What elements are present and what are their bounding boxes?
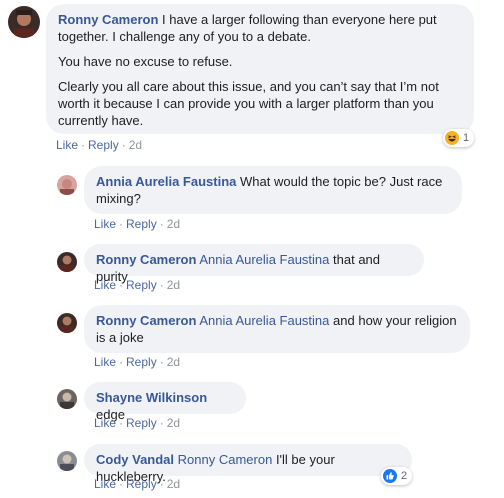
comment-bubble: Cody Vandal Ronny Cameron I'll be your h… (84, 444, 412, 484)
like-link[interactable]: Like (94, 477, 116, 491)
separator: · (119, 355, 124, 369)
avatar[interactable] (57, 175, 77, 195)
reply-link[interactable]: Reply (126, 416, 157, 430)
reaction-count[interactable]: 1 (443, 129, 475, 147)
reply-link[interactable]: Reply (88, 138, 119, 152)
separator: · (159, 278, 164, 292)
comment-author[interactable]: Annia Aurelia Faustina (96, 174, 236, 189)
comment-actions: Like · Reply · 2d (94, 416, 180, 430)
avatar[interactable] (8, 6, 40, 38)
comment-author[interactable]: Ronny Cameron (96, 313, 196, 328)
separator: · (159, 217, 164, 231)
timestamp[interactable]: 2d (167, 355, 180, 369)
separator: · (159, 355, 164, 369)
comment-paragraph: You have no excuse to refuse. (58, 54, 233, 69)
comment-author[interactable]: Ronny Cameron (96, 252, 196, 267)
comment-bubble: Ronny Cameron I have a larger following … (46, 4, 474, 134)
mention-link[interactable]: Annia Aurelia Faustina (199, 252, 329, 267)
comment-bubble: Ronny Cameron Annia Aurelia Faustina tha… (84, 244, 424, 284)
like-link[interactable]: Like (56, 138, 78, 152)
reaction-number: 2 (401, 470, 408, 482)
comment-actions: Like · Reply · 2d (94, 278, 180, 292)
comment-paragraph: Ronny Cameron I have a larger following … (58, 11, 462, 45)
comment-actions: Like · Reply · 2d (94, 355, 180, 369)
timestamp[interactable]: 2d (167, 477, 180, 491)
reply-link[interactable]: Reply (126, 355, 157, 369)
timestamp[interactable]: 2d (129, 138, 142, 152)
reaction-number: 1 (463, 132, 470, 144)
like-link[interactable]: Like (94, 278, 116, 292)
mention-link[interactable]: Annia Aurelia Faustina (199, 313, 329, 328)
comment-bubble: Annia Aurelia Faustina What would the to… (84, 166, 462, 214)
reaction-count[interactable]: 2 (381, 467, 413, 485)
comment-actions: Like · Reply · 2d (94, 217, 180, 231)
reply-link[interactable]: Reply (126, 217, 157, 231)
separator: · (119, 416, 124, 430)
reply-link[interactable]: Reply (126, 477, 157, 491)
separator: · (119, 477, 124, 491)
avatar[interactable] (57, 313, 77, 333)
like-link[interactable]: Like (94, 355, 116, 369)
comment-author[interactable]: Shayne Wilkinson (96, 390, 207, 405)
avatar[interactable] (57, 389, 77, 409)
mention-link[interactable]: Ronny Cameron (178, 452, 273, 467)
like-link[interactable]: Like (94, 416, 116, 430)
separator: · (121, 138, 126, 152)
comment-paragraph: Clearly you all care about this issue, a… (58, 79, 439, 128)
comment-bubble: Shayne Wilkinson edge (84, 382, 246, 422)
timestamp[interactable]: 2d (167, 416, 180, 430)
avatar[interactable] (57, 451, 77, 471)
separator: · (119, 278, 124, 292)
timestamp[interactable]: 2d (167, 278, 180, 292)
like-reaction-icon (383, 469, 397, 483)
timestamp[interactable]: 2d (167, 217, 180, 231)
avatar[interactable] (57, 252, 77, 272)
like-link[interactable]: Like (94, 217, 116, 231)
comment-author[interactable]: Ronny Cameron (58, 12, 158, 27)
laugh-reaction-icon (445, 131, 459, 145)
comment-bubble: Ronny Cameron Annia Aurelia Faustina and… (84, 305, 470, 353)
comment-author[interactable]: Cody Vandal (96, 452, 174, 467)
reply-link[interactable]: Reply (126, 278, 157, 292)
comment-actions: Like · Reply · 2d (94, 477, 180, 491)
separator: · (119, 217, 124, 231)
separator: · (159, 477, 164, 491)
separator: · (81, 138, 86, 152)
comment-actions: Like · Reply · 2d (56, 138, 142, 152)
separator: · (159, 416, 164, 430)
